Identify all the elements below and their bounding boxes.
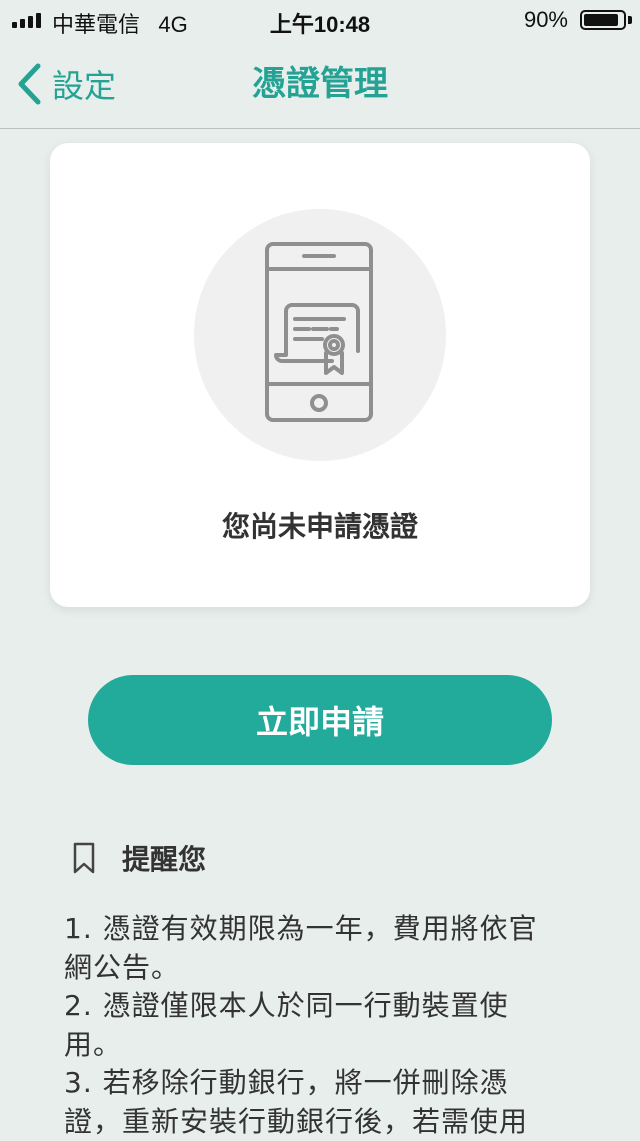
no-certificate-message: 您尚未申請憑證 (221, 510, 418, 543)
bookmark-icon (73, 842, 95, 874)
navigation-bar: 設定 憑證管理 (0, 40, 640, 129)
reminder-header: 提醒您 (72, 838, 206, 878)
status-bar: 中華電信 4G 上午10:48 90% (0, 0, 640, 40)
phone-certificate-icon (265, 242, 373, 422)
battery-tip (628, 16, 632, 24)
battery-fill (584, 14, 619, 26)
certificate-status-card: 您尚未申請憑證 (50, 143, 590, 607)
reminder-title: 提醒您 (122, 843, 207, 876)
reminder-item: 1. 憑證有效期限為一年，費用將依官網公告。 (64, 912, 538, 984)
battery-icon (580, 10, 626, 30)
apply-now-button[interactable]: 立即申請 (88, 675, 552, 765)
reminder-item: 2. 憑證僅限本人於同一行動裝置使用。 (64, 989, 509, 1061)
reminder-list: 1. 憑證有效期限為一年，費用將依官網公告。 2. 憑證僅限本人於同一行動裝置使… (64, 910, 564, 1141)
illustration-circle (194, 209, 446, 461)
reminder-item: 3. 若移除行動銀行，將一併刪除憑證，重新安裝行動銀行後，若需使用 (64, 1066, 529, 1138)
page-title: 憑證管理 (252, 64, 388, 104)
battery-percent: 90% (523, 7, 568, 32)
